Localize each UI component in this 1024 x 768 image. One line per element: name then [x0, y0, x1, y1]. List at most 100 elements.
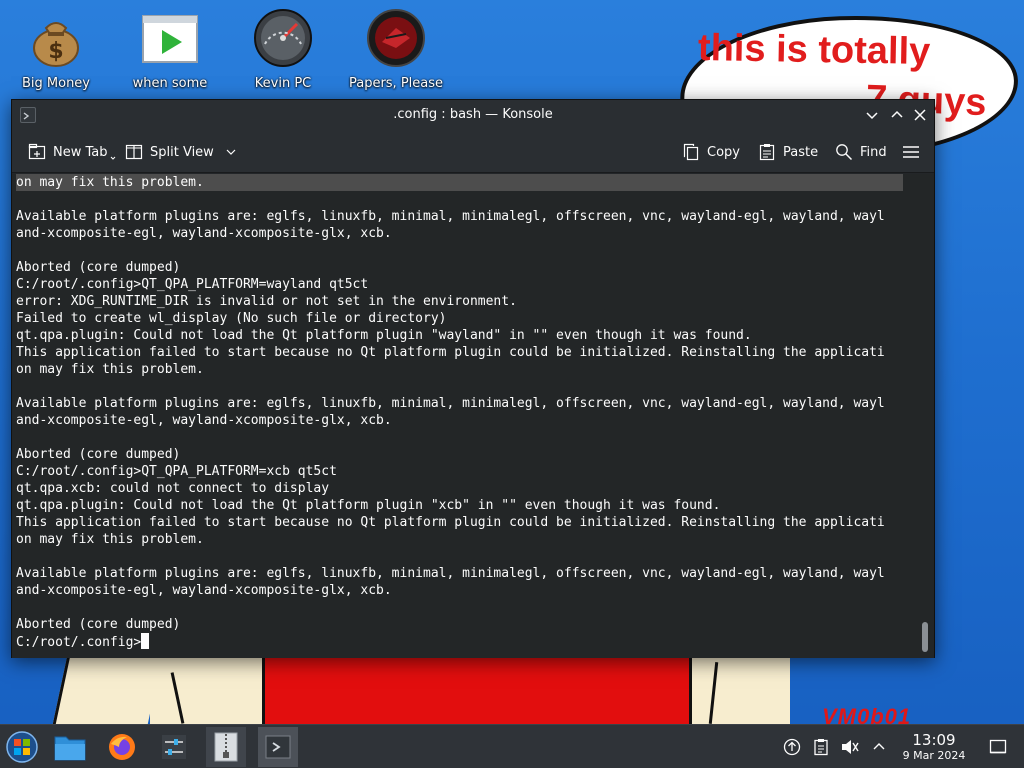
taskbar: 13:09 9 Mar 2024 [0, 724, 1024, 768]
split-view-icon [125, 144, 143, 160]
terminal-prompt-line: C:/root/.config> [16, 633, 903, 650]
terminal-area[interactable]: on may fix this problem. Available platfo… [12, 174, 934, 658]
show-desktop-icon [989, 739, 1007, 754]
firefox-launcher[interactable] [102, 727, 142, 767]
money-bag-icon: $ [26, 8, 86, 68]
settings-launcher[interactable] [154, 727, 194, 767]
window-title: .config : bash — Konsole [393, 107, 553, 122]
system-tray-expand-button[interactable] [869, 737, 889, 757]
terminal-line: Aborted (core dumped) [16, 617, 181, 632]
konsole-toolbar: New Tab Split View Copy Paste Find [12, 130, 934, 173]
folder-icon [54, 736, 86, 761]
find-label: Find [860, 144, 887, 160]
svg-text:$: $ [48, 39, 63, 64]
archive-icon [214, 732, 238, 762]
chevron-down-icon [866, 112, 878, 120]
video-file-icon [140, 8, 200, 68]
start-menu-icon [6, 731, 38, 763]
terminal-line: on may fix this problem. [16, 362, 204, 377]
terminal-line: Failed to create wl_display (No such fil… [16, 311, 447, 326]
show-desktop-button[interactable] [988, 737, 1008, 757]
terminal-line: Available platform plugins are: eglfs, l… [16, 396, 885, 411]
terminal-line: and-xcomposite-egl, wayland-xcomposite-g… [16, 226, 392, 241]
terminal-line: This application failed to start because… [16, 345, 885, 360]
desktop-icon-label: Kevin PC [254, 76, 312, 91]
close-button[interactable] [910, 105, 930, 125]
find-button[interactable]: Find [835, 139, 887, 165]
split-view-button[interactable]: Split View [125, 139, 237, 165]
clipboard-button[interactable] [811, 737, 831, 757]
terminal-line: This application failed to start because… [16, 515, 885, 530]
paste-icon [759, 144, 775, 161]
wallpaper-bubble-text: this is totally [697, 26, 931, 74]
desktop-icon-label: Papers, Please [348, 76, 444, 91]
window-titlebar[interactable]: .config : bash — Konsole [12, 100, 934, 130]
chevron-up-icon [873, 743, 885, 750]
archive-task[interactable] [206, 727, 246, 767]
chevron-down-icon [226, 149, 236, 155]
konsole-window[interactable]: .config : bash — Konsole New Tab Split V… [11, 99, 935, 658]
terminal-line: and-xcomposite-egl, wayland-xcomposite-g… [16, 413, 392, 428]
new-tab-icon [28, 143, 46, 160]
terminal-prompt: C:/root/.config> [16, 635, 142, 650]
terminal-line: C:/root/.config>QT_QPA_PLATFORM=wayland … [16, 277, 369, 292]
terminal-line: Aborted (core dumped) [16, 447, 181, 462]
volume-button[interactable] [840, 737, 860, 757]
settings-icon [162, 735, 186, 759]
clock-time: 13:09 [912, 731, 956, 749]
application-launcher-button[interactable] [2, 727, 42, 767]
clock-date: 9 Mar 2024 [902, 749, 966, 762]
terminal-scrollbar[interactable] [922, 622, 928, 652]
paste-button[interactable]: Paste [758, 139, 818, 165]
terminal-line: Aborted (core dumped) [16, 260, 181, 275]
update-notifier-button[interactable] [782, 737, 802, 757]
copy-label: Copy [707, 144, 740, 160]
terminal-line: error: XDG_RUNTIME_DIR is invalid or not… [16, 294, 517, 309]
terminal-cursor [141, 633, 150, 649]
desktop-icon-when-some[interactable]: when some [120, 8, 220, 92]
papers-please-icon [366, 8, 426, 68]
new-tab-button[interactable]: New Tab [28, 139, 116, 165]
desktop-icon-big-money[interactable]: $ Big Money [6, 8, 106, 92]
terminal-line: on may fix this problem. [16, 532, 204, 547]
copy-icon [683, 143, 699, 161]
terminal-line: on may fix this problem. [16, 174, 903, 191]
search-icon [836, 144, 853, 161]
desktop-icon-label: when some [132, 76, 208, 91]
chevron-up-icon [891, 110, 903, 118]
terminal-line: and-xcomposite-egl, wayland-xcomposite-g… [16, 583, 392, 598]
new-tab-label: New Tab [53, 144, 108, 160]
paste-label: Paste [783, 144, 819, 160]
konsole-icon [265, 735, 291, 759]
copy-button[interactable]: Copy [682, 139, 740, 165]
terminal-line: qt.qpa.xcb: could not connect to display [16, 481, 330, 496]
terminal-line: qt.qpa.plugin: Could not load the Qt pla… [16, 498, 721, 513]
speedometer-icon [253, 8, 313, 68]
update-icon [783, 738, 801, 756]
terminal-line: C:/root/.config>QT_QPA_PLATFORM=xcb qt5c… [16, 464, 337, 479]
maximize-button[interactable] [887, 105, 907, 125]
hamburger-menu-icon [903, 146, 919, 158]
digital-clock[interactable]: 13:09 9 Mar 2024 [892, 731, 976, 763]
split-view-label: Split View [150, 144, 214, 160]
terminal-line: Available platform plugins are: eglfs, l… [16, 209, 885, 224]
file-manager-launcher[interactable] [50, 727, 90, 767]
volume-muted-icon [842, 740, 859, 754]
terminal-output: on may fix this problem. Available platfo… [16, 174, 903, 650]
konsole-task[interactable] [258, 727, 298, 767]
small-chevron-down-icon [110, 156, 115, 160]
desktop-icon-label: Big Money [21, 76, 90, 91]
desktop-icon-papers-please[interactable]: Papers, Please [346, 8, 446, 92]
desktop-icon-kevin-pc[interactable]: Kevin PC [233, 8, 333, 92]
terminal-line: Available platform plugins are: eglfs, l… [16, 566, 885, 581]
terminal-line: qt.qpa.plugin: Could not load the Qt pla… [16, 328, 752, 343]
hamburger-menu-button[interactable] [902, 139, 920, 165]
minimize-button[interactable] [862, 105, 882, 125]
close-icon [914, 109, 926, 121]
